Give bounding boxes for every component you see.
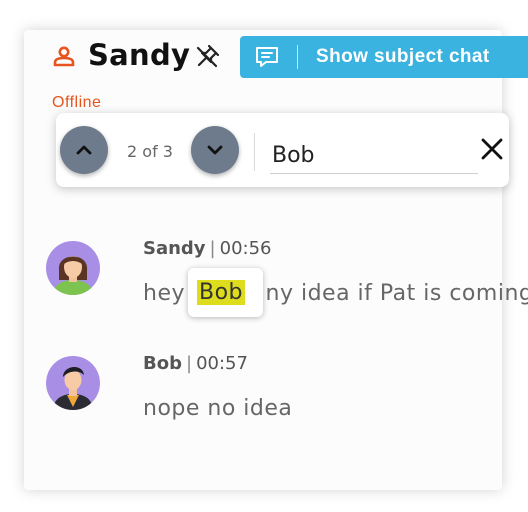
pin-off-icon[interactable] xyxy=(194,42,222,70)
message-meta: Bob | 00:57 xyxy=(143,353,248,374)
next-match-button[interactable] xyxy=(191,126,239,174)
close-icon[interactable] xyxy=(480,137,504,161)
search-bar: 2 of 3 xyxy=(56,113,509,187)
message-text-before: hey xyxy=(143,281,193,306)
message-text-after: , any idea if Pat is coming xyxy=(236,281,528,306)
meta-separator: | xyxy=(209,238,216,259)
show-subject-chat-label: Show subject chat xyxy=(316,46,490,67)
button-divider xyxy=(297,45,298,69)
chat-title: Sandy xyxy=(88,38,191,72)
message-author: Bob xyxy=(143,353,182,374)
avatar xyxy=(46,356,100,410)
chevron-up-icon xyxy=(76,145,92,155)
search-input[interactable] xyxy=(270,137,478,174)
message-text: nope no idea xyxy=(143,396,293,421)
meta-separator: | xyxy=(185,353,193,374)
chat-icon xyxy=(256,47,278,67)
search-highlight-popup: Bob xyxy=(188,268,263,317)
user-icon xyxy=(53,46,75,67)
message-time: 00:56 xyxy=(219,238,272,259)
search-divider xyxy=(254,133,255,171)
previous-match-button[interactable] xyxy=(60,126,108,174)
message-author: Sandy xyxy=(143,238,206,259)
show-subject-chat-button[interactable]: Show subject chat xyxy=(240,36,528,78)
highlighted-match: Bob xyxy=(197,280,246,305)
message-time: 00:57 xyxy=(196,353,248,374)
chevron-down-icon xyxy=(207,145,223,155)
message-meta: Sandy | 00:56 xyxy=(143,238,272,259)
avatar xyxy=(46,241,100,295)
status-badge: Offline xyxy=(52,94,102,111)
match-counter: 2 of 3 xyxy=(127,142,173,161)
